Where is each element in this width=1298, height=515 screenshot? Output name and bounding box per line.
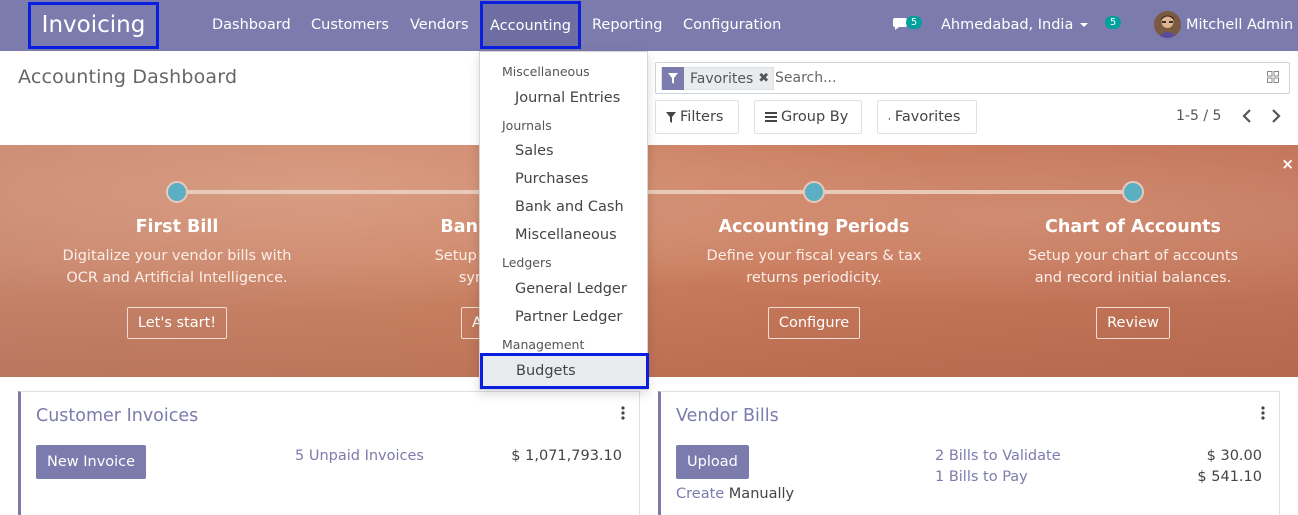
group-by-button[interactable]: Group By <box>754 100 862 134</box>
step-description: Define your fiscal years & tax returns p… <box>669 245 959 289</box>
menu-item-purchases[interactable]: Purchases <box>515 171 588 187</box>
dropdown-header-ledgers: Ledgers <box>502 255 552 270</box>
customer-invoices-card: Customer Invoices New Invoice 5 Unpaid I… <box>18 391 640 515</box>
bills-to-validate-link[interactable]: 2 Bills to Validate <box>935 448 1061 464</box>
filters-button[interactable]: Filters <box>655 100 739 134</box>
upload-button[interactable]: Upload <box>676 445 749 479</box>
unpaid-invoices-link[interactable]: 5 Unpaid Invoices <box>295 448 424 464</box>
company-switcher[interactable]: Ahmedabad, India <box>941 0 1089 50</box>
create-link[interactable]: Create <box>676 486 724 502</box>
close-icon[interactable]: × <box>1281 155 1294 173</box>
app-name[interactable]: Invoicing <box>28 2 159 49</box>
step-desc-line: and record initial balances. <box>1034 270 1232 286</box>
step-desc-line: OCR and Artificial Intelligence. <box>66 270 288 286</box>
menu-item-general-ledger[interactable]: General Ledger <box>515 281 627 297</box>
step-desc-line: Setup your chart of accounts <box>1027 248 1239 264</box>
chevron-left-icon[interactable] <box>1240 108 1254 124</box>
menu-item-miscellaneous[interactable]: Miscellaneous <box>515 227 617 243</box>
step-dot <box>803 181 825 203</box>
favorites-label: Favorites <box>894 109 961 125</box>
card-title[interactable]: Customer Invoices <box>36 406 198 426</box>
step-title: First Bill <box>135 217 219 237</box>
favorites-button[interactable]: , Favorites <box>877 100 977 134</box>
chat-badge: 5 <box>906 16 922 29</box>
page-title: Accounting Dashboard <box>18 66 238 88</box>
filter-icon <box>666 111 676 123</box>
pager-value[interactable]: 1-5 / 5 <box>1176 108 1221 124</box>
chevron-right-icon[interactable] <box>1269 108 1283 124</box>
activity-badge[interactable]: 5 <box>1105 16 1121 29</box>
card-title[interactable]: Vendor Bills <box>676 406 779 426</box>
step-title: Chart of Accounts <box>1045 217 1221 237</box>
step-dot <box>1122 181 1144 203</box>
avatar[interactable] <box>1154 11 1181 38</box>
validate-amount: $ 30.00 <box>1206 448 1262 464</box>
search-options-icon[interactable] <box>1267 71 1279 83</box>
company-name: Ahmedabad, India <box>941 17 1074 33</box>
search-bar[interactable]: Favorites ✖ <box>655 62 1290 94</box>
step-chart-of-accounts: Chart of Accounts Setup your chart of ac… <box>988 217 1278 339</box>
menu-item-journal-entries[interactable]: Journal Entries <box>515 90 620 106</box>
search-input[interactable] <box>775 70 1255 86</box>
step-title: Accounting Periods <box>718 217 910 237</box>
kebab-menu-icon[interactable] <box>1261 406 1265 420</box>
step-accounting-periods: Accounting Periods Define your fiscal ye… <box>669 217 959 339</box>
onboarding-banner: First Bill Digitalize your vendor bills … <box>0 145 1298 377</box>
caret-down-icon <box>1080 23 1089 27</box>
menu-item-sales[interactable]: Sales <box>515 143 554 159</box>
vendor-bills-card: Vendor Bills Upload Create Manually 2 Bi… <box>658 391 1280 515</box>
menu-dashboard[interactable]: Dashboard <box>212 0 291 51</box>
facet-label: Favorites <box>690 70 754 87</box>
step-desc-line: returns periodicity. <box>746 270 882 286</box>
user-menu[interactable]: Mitchell Admin <box>1186 0 1293 50</box>
bills-to-pay-link[interactable]: 1 Bills to Pay <box>935 469 1028 485</box>
progress-line <box>177 190 1133 194</box>
menu-accounting[interactable]: Accounting <box>480 1 581 49</box>
step-description: Setup your chart of accounts and record … <box>988 245 1278 289</box>
remove-facet-icon[interactable]: ✖ <box>758 71 773 86</box>
dropdown-header-miscellaneous: Miscellaneous <box>502 64 590 79</box>
menu-item-budgets[interactable]: Budgets <box>480 353 649 389</box>
search-facet[interactable]: Favorites ✖ <box>661 67 775 90</box>
step-description: Digitalize your vendor bills with OCR an… <box>32 245 322 289</box>
create-manually: Create Manually <box>676 486 794 502</box>
kebab-menu-icon[interactable] <box>621 406 625 420</box>
group-by-label: Group By <box>781 109 849 125</box>
unpaid-amount: $ 1,071,793.10 <box>511 448 622 464</box>
new-invoice-button[interactable]: New Invoice <box>36 445 147 479</box>
menu-item-partner-ledger[interactable]: Partner Ledger <box>515 309 622 325</box>
accounting-dropdown-menu: Miscellaneous Journal Entries Journals S… <box>479 51 649 390</box>
create-suffix: Manually <box>728 486 795 502</box>
star-icon: , <box>888 112 891 122</box>
step-desc-line: Define your fiscal years & tax <box>706 248 922 264</box>
menu-configuration[interactable]: Configuration <box>683 0 781 51</box>
step-dot <box>166 181 188 203</box>
top-navbar: Invoicing Dashboard Customers Vendors Ac… <box>0 0 1298 51</box>
menu-item-bank-and-cash[interactable]: Bank and Cash <box>515 199 624 215</box>
dropdown-header-journals: Journals <box>502 118 552 133</box>
step-desc-line: Digitalize your vendor bills with <box>62 248 292 264</box>
menu-vendors[interactable]: Vendors <box>410 0 469 51</box>
review-button[interactable]: Review <box>1096 307 1170 339</box>
menu-customers[interactable]: Customers <box>311 0 389 51</box>
pay-amount: $ 541.10 <box>1197 469 1262 485</box>
step-first-bill: First Bill Digitalize your vendor bills … <box>32 217 322 339</box>
lets-start-button[interactable]: Let's start! <box>126 307 228 339</box>
list-icon <box>765 112 777 122</box>
filters-label: Filters <box>680 109 724 125</box>
dropdown-header-management: Management <box>502 337 585 352</box>
menu-reporting[interactable]: Reporting <box>592 0 663 51</box>
configure-button[interactable]: Configure <box>767 307 861 339</box>
filter-icon <box>662 67 684 90</box>
